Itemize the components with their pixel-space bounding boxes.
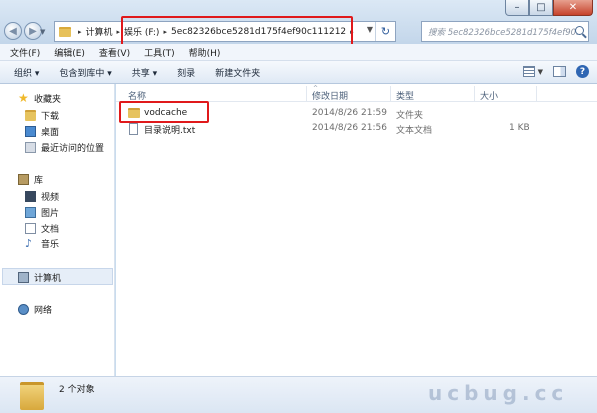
nav-libraries[interactable]: 库 [18, 173, 43, 186]
menu-edit[interactable]: 编辑(E) [54, 46, 85, 59]
file-size: 1 KB [509, 123, 530, 133]
nav-videos[interactable]: 视频 [25, 190, 59, 203]
breadcrumb-separator[interactable]: ▸ [78, 28, 82, 36]
downloads-folder-icon [25, 110, 36, 121]
recent-places-icon [25, 142, 36, 153]
breadcrumb-separator[interactable]: ▸ [117, 28, 121, 36]
nav-documents[interactable]: 文档 [25, 222, 59, 235]
documents-icon [25, 223, 36, 234]
recent-pages-dropdown[interactable]: ▼ [40, 28, 45, 36]
column-divider[interactable] [306, 86, 307, 102]
column-size[interactable]: 大小 [480, 89, 498, 102]
menu-view[interactable]: 查看(V) [99, 46, 130, 59]
nav-network[interactable]: 网络 [18, 303, 52, 316]
text-file-icon [129, 123, 138, 135]
minimize-button[interactable]: – [505, 0, 529, 16]
refresh-button[interactable]: ↻ [375, 22, 395, 41]
close-button[interactable]: ✕ [553, 0, 593, 16]
back-button[interactable]: ◀ [4, 22, 22, 40]
change-view-icon[interactable] [522, 66, 535, 77]
item-count: 2 个对象 [59, 385, 95, 395]
nav-favorites[interactable]: ★ 收藏夹 [18, 92, 61, 105]
column-divider[interactable] [536, 86, 537, 102]
command-bar: 组织 ▾ 包含到库中 ▾ 共享 ▾ 刻录 新建文件夹 ▼ ? [0, 61, 597, 84]
star-icon: ★ [18, 91, 29, 105]
menu-tools[interactable]: 工具(T) [144, 46, 175, 59]
share-button[interactable]: 共享 ▾ [132, 66, 157, 79]
watermark: ucbug.cc [428, 381, 569, 405]
file-type: 文本文档 [396, 126, 433, 136]
help-icon[interactable]: ? [576, 65, 589, 78]
nav-recent-label: 最近访问的位置 [41, 144, 105, 154]
library-icon [18, 174, 29, 185]
column-header-row: ^ 名称 修改日期 类型 大小 [116, 85, 597, 102]
nav-downloads-label: 下载 [41, 112, 60, 122]
nav-pictures[interactable]: 图片 [25, 206, 59, 219]
nav-favorites-label: 收藏夹 [34, 95, 62, 105]
maximize-button[interactable]: □ [529, 0, 553, 16]
preview-pane-icon[interactable] [553, 66, 566, 77]
computer-icon [18, 272, 29, 283]
pictures-icon [25, 207, 36, 218]
folder-icon [20, 382, 44, 410]
menu-bar: 文件(F) 编辑(E) 查看(V) 工具(T) 帮助(H) [0, 44, 597, 61]
back-arrow-icon: ◀ [9, 25, 17, 37]
search-icon[interactable] [575, 26, 584, 35]
burn-button[interactable]: 刻录 [177, 66, 195, 79]
file-modified: 2014/8/26 21:59 [312, 108, 387, 118]
desktop-icon [25, 126, 36, 137]
include-in-library-button[interactable]: 包含到库中 ▾ [59, 66, 111, 79]
highlight-box-vodcache [119, 101, 209, 123]
menu-help[interactable]: 帮助(H) [189, 46, 221, 59]
nav-computer-label: 计算机 [34, 274, 62, 284]
nav-libraries-label: 库 [34, 176, 44, 186]
folder-icon [59, 26, 71, 37]
music-icon: ♪ [25, 237, 33, 250]
nav-music[interactable]: ♪ 音乐 [25, 237, 59, 250]
nav-music-label: 音乐 [41, 240, 60, 250]
nav-desktop-label: 桌面 [41, 128, 60, 138]
nav-recent[interactable]: 最近访问的位置 [25, 141, 104, 154]
column-type[interactable]: 类型 [396, 89, 414, 102]
view-dropdown-icon[interactable]: ▼ [538, 68, 543, 76]
column-divider[interactable] [474, 86, 475, 102]
highlight-box-address [121, 16, 353, 46]
nav-documents-label: 文档 [41, 225, 60, 235]
column-divider[interactable] [390, 86, 391, 102]
file-row-readme[interactable]: 目录说明.txt 2014/8/26 21:56 文本文档 1 KB [124, 121, 594, 136]
network-icon [18, 304, 29, 315]
menu-file[interactable]: 文件(F) [10, 46, 40, 59]
nav-desktop[interactable]: 桌面 [25, 125, 59, 138]
column-modified[interactable]: 修改日期 [312, 89, 348, 102]
nav-network-label: 网络 [34, 306, 53, 316]
new-folder-button[interactable]: 新建文件夹 [215, 66, 260, 79]
refresh-icon: ↻ [380, 25, 391, 38]
nav-computer[interactable]: 计算机 [18, 271, 61, 284]
search-placeholder: 搜索 5ec82326bce5281d175f4ef90... [428, 27, 585, 38]
organize-button[interactable]: 组织 ▾ [14, 66, 39, 79]
breadcrumb-computer[interactable]: 计算机 [86, 25, 113, 38]
file-type: 文件夹 [396, 111, 424, 121]
window-controls: – □ ✕ [505, 0, 593, 16]
nav-pictures-label: 图片 [41, 209, 60, 219]
file-list: ^ 名称 修改日期 类型 大小 vodcache 2014/8/26 21:59… [116, 84, 597, 376]
address-dropdown-icon[interactable]: ▼ [367, 25, 373, 34]
nav-videos-label: 视频 [41, 193, 60, 203]
search-input[interactable]: 搜索 5ec82326bce5281d175f4ef90... [421, 21, 589, 42]
navigation-pane: ★ 收藏夹 下载 桌面 最近访问的位置 库 视频 图片 文档 ♪ 音乐 计算机 … [0, 84, 115, 376]
file-modified: 2014/8/26 21:56 [312, 123, 387, 133]
nav-downloads[interactable]: 下载 [25, 109, 59, 122]
file-name: 目录说明.txt [144, 126, 196, 136]
forward-arrow-icon: ▶ [29, 25, 37, 37]
videos-icon [25, 191, 36, 202]
